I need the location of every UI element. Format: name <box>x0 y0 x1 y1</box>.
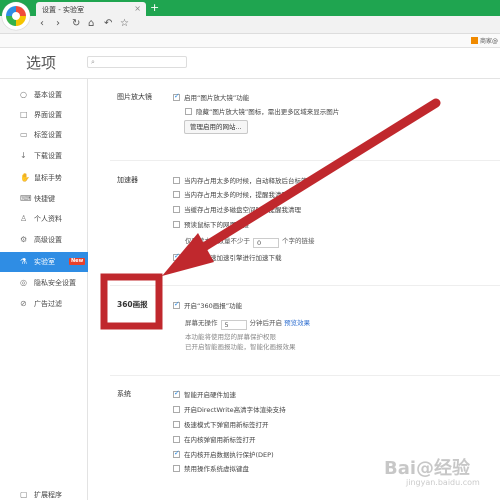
puzzle-icon: ▢ <box>20 490 28 499</box>
reload-icon[interactable]: ↻ <box>72 18 80 29</box>
sidebar-item-profile[interactable]: ♙ 个人资料 <box>0 209 88 229</box>
forward-icon[interactable]: › <box>56 18 60 29</box>
sidebar-item-shortcuts[interactable]: ⌨ 快捷键 <box>0 189 88 209</box>
accel-option-3[interactable]: 当缓存占用过多磁盘空间时，提醒我清理 <box>173 204 301 214</box>
bookmark-item[interactable]: 商家@ <box>470 36 498 45</box>
system-option-6[interactable]: 禁用操作系统虚拟键盘 <box>173 463 249 473</box>
search-input[interactable]: ⌕ <box>87 56 187 68</box>
circle-icon: ○ <box>20 90 27 99</box>
user-icon: ♙ <box>20 214 28 223</box>
window-icon: □ <box>20 110 28 119</box>
checkbox-icon <box>173 206 180 213</box>
browser-logo-icon[interactable] <box>2 2 30 30</box>
new-tab-button[interactable]: + <box>150 1 159 14</box>
browser-toolbar: ‹ › ↻ ⌂ ↶ ☆ <box>0 16 500 34</box>
close-icon[interactable]: × <box>134 4 141 13</box>
checkbox-icon <box>173 252 180 261</box>
home-icon[interactable]: ⌂ <box>88 18 94 29</box>
idle-minutes-input[interactable]: 5 <box>220 320 247 330</box>
section-title-system: 系统 <box>117 390 131 398</box>
checkbox-icon <box>173 406 180 413</box>
watermark: Bai@经验 jingyan.baidu.com <box>384 458 480 487</box>
checkbox-icon <box>173 465 180 472</box>
checkbox-icon <box>173 389 180 398</box>
search-icon: ⌕ <box>91 58 95 66</box>
sidebar-item-advanced[interactable]: ⚙ 高级设置 <box>0 230 88 250</box>
gear-icon: ⚙ <box>20 235 28 244</box>
checkbox-icon <box>173 436 180 443</box>
accel-option-2[interactable]: 当内存占用太多的时候，提醒我清理 <box>173 189 288 199</box>
sidebar-item-extensions[interactable]: ▢ 扩展程序 <box>0 490 88 500</box>
bookmark-icon <box>470 37 478 44</box>
sidebar: ○ 基本设置 □ 界面设置 ▭ 标签设置 ↓ 下载设置 ✋ 鼠标手势 ⌨ 快捷键 ♙ 个人资料… <box>0 79 88 500</box>
new-badge: New <box>69 258 86 265</box>
system-option-5[interactable]: 在内核开启数据执行保护(DEP) <box>173 449 274 459</box>
back-icon[interactable]: ‹ <box>40 18 44 29</box>
checkbox-icon <box>173 421 180 428</box>
star-icon[interactable]: ☆ <box>120 18 129 29</box>
system-option-2[interactable]: 开启DirectWrite高清字体渲染支持 <box>173 404 286 414</box>
sidebar-item-download[interactable]: ↓ 下载设置 <box>0 146 88 166</box>
image-zoom-hide-checkbox[interactable]: 隐藏“图片放大镜”图标，需出更多区域来显示图片 <box>185 106 339 116</box>
accel-option-4[interactable]: 预读鼠标下的网页链接 <box>173 219 249 229</box>
undo-icon[interactable]: ↶ <box>104 18 112 29</box>
checkbox-icon <box>173 221 180 228</box>
screensaver-note-2: 已开启智能画报功能，智能化画报效果 <box>185 343 296 351</box>
section-divider <box>110 285 500 286</box>
section-title-screensaver: 360画报 <box>117 300 148 309</box>
checkbox-icon <box>173 177 180 184</box>
hand-icon: ✋ <box>20 173 30 182</box>
checkbox-icon <box>185 108 192 115</box>
browser-tab[interactable]: 设置 - 实验室 × <box>36 2 146 16</box>
sidebar-item-mouse-gesture[interactable]: ✋ 鼠标手势 <box>0 168 88 188</box>
accel-option-1[interactable]: 当内存占用太多的时候，自动释放后台标签 <box>173 175 308 185</box>
prefetch-threshold-row: 仅预读文字数量不少于 0 个字的链接 <box>185 237 315 248</box>
checkbox-icon <box>173 191 180 198</box>
section-divider <box>110 160 500 161</box>
sidebar-item-basic[interactable]: ○ 基本设置 <box>0 85 88 105</box>
download-icon: ↓ <box>20 151 27 160</box>
prefetch-threshold-input[interactable]: 0 <box>253 238 279 248</box>
sidebar-item-lab[interactable]: ⚗ 实验室 New <box>0 252 88 272</box>
shield-icon: ◎ <box>20 278 27 287</box>
sidebar-item-adblock[interactable]: ⊘ 广告过滤 <box>0 294 88 314</box>
system-option-1[interactable]: 智能开启硬件加速 <box>173 389 236 399</box>
flask-icon: ⚗ <box>20 257 28 266</box>
checkbox-icon <box>173 300 180 309</box>
bookmark-bar: 商家@ <box>0 34 500 48</box>
section-divider <box>110 375 500 376</box>
system-option-4[interactable]: 在内核弹窗用新标签打开 <box>173 434 256 444</box>
keyboard-icon: ⌨ <box>20 194 32 203</box>
cloud-accel-checkbox[interactable]: 使用云加速加速引擎进行加速下载 <box>173 252 282 262</box>
block-icon: ⊘ <box>20 299 27 308</box>
screensaver-idle-row: 屏幕无操作 5 分钟后开启 预览效果 <box>185 319 311 330</box>
tab-title: 设置 - 实验室 <box>42 6 84 14</box>
browser-tab-bar: 设置 - 实验室 × + <box>0 0 500 16</box>
checkbox-icon <box>173 449 180 458</box>
system-option-3[interactable]: 极速模式下弹窗用新标签打开 <box>173 419 269 429</box>
preview-link[interactable]: 预览效果 <box>284 319 310 327</box>
sidebar-item-privacy[interactable]: ◎ 隐私安全设置 <box>0 273 88 293</box>
screensaver-note-1: 本功能将使用您的屏幕保护权限 <box>185 333 276 341</box>
sidebar-item-interface[interactable]: □ 界面设置 <box>0 105 88 125</box>
image-zoom-enable-checkbox[interactable]: 启用“图片放大镜”功能 <box>173 92 249 102</box>
page-title: 选项 <box>26 54 57 72</box>
manage-sites-button[interactable]: 管理启用的网站... <box>184 120 248 134</box>
section-title-image-zoom: 图片放大镜 <box>117 93 152 101</box>
sidebar-item-tabs[interactable]: ▭ 标签设置 <box>0 125 88 145</box>
checkbox-icon <box>173 92 180 101</box>
tab-icon: ▭ <box>20 130 28 139</box>
section-title-accelerator: 加速器 <box>117 176 138 184</box>
screensaver-enable-checkbox[interactable]: 开启“360画报”功能 <box>173 300 242 310</box>
